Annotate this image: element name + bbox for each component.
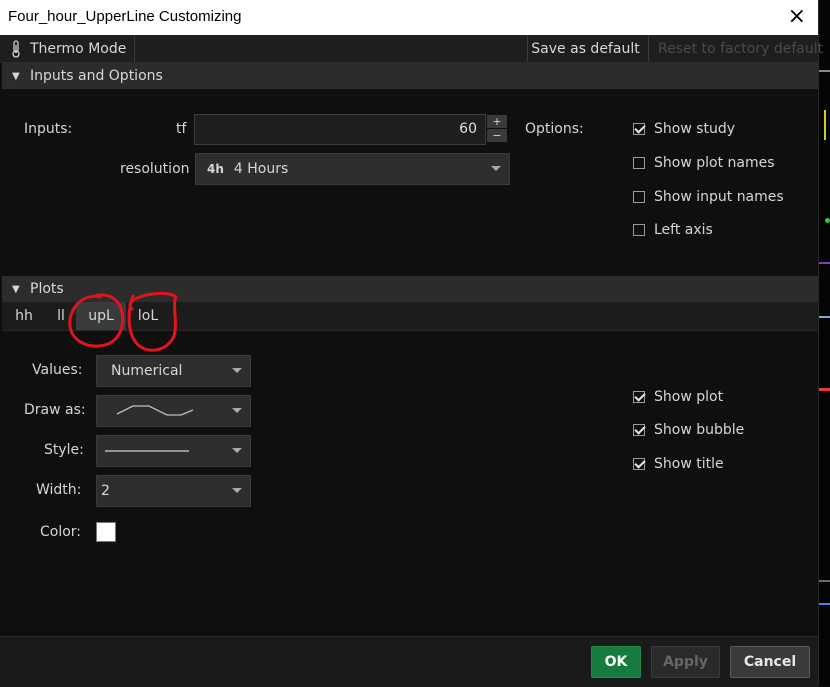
show-study-checkbox[interactable]: Show study [633, 121, 735, 137]
apply-button[interactable]: Apply [651, 646, 720, 678]
values-value: Numerical [111, 363, 183, 379]
plots-section-header[interactable]: ▼ Plots [2, 276, 818, 302]
chevron-down-icon: ▼ [12, 70, 20, 82]
left-axis-label: Left axis [654, 222, 713, 238]
show-input-names-checkbox[interactable]: Show input names [633, 189, 784, 205]
show-title-label: Show title [654, 456, 724, 472]
resolution-select[interactable]: 4h 4 Hours [195, 153, 510, 185]
width-select[interactable]: 2 [96, 475, 251, 507]
chevron-down-icon [232, 368, 242, 373]
tab-hh[interactable]: hh [8, 302, 40, 330]
reset-to-factory-default-button[interactable]: Reset to factory default [648, 35, 828, 62]
resolution-code: 4h [207, 162, 224, 176]
draw-as-select[interactable] [96, 395, 251, 427]
thermo-mode-label: Thermo Mode [30, 40, 127, 57]
color-label: Color: [40, 524, 82, 540]
show-bubble-label: Show bubble [654, 422, 745, 438]
width-value: 2 [101, 483, 110, 499]
show-bubble-checkbox[interactable]: Show bubble [633, 422, 744, 438]
line-curve-icon [116, 405, 194, 416]
tab-lol[interactable]: loL [130, 302, 166, 330]
solid-line-icon [105, 450, 189, 452]
checkbox-checked-icon [633, 424, 645, 436]
chevron-down-icon [232, 408, 242, 413]
window-title: Four_hour_UpperLine Customizing [8, 8, 242, 25]
tf-input-value: 60 [459, 121, 477, 137]
resolution-label: resolution [120, 161, 190, 177]
save-as-default-button[interactable]: Save as default [527, 35, 643, 62]
style-label: Style: [44, 442, 84, 458]
cancel-button[interactable]: Cancel [730, 646, 810, 678]
options-label: Options: [525, 121, 584, 137]
tf-input[interactable]: 60 [194, 114, 486, 145]
show-study-label: Show study [654, 121, 736, 137]
show-plot-label: Show plot [654, 389, 724, 405]
tf-decrement-button[interactable]: − [487, 129, 507, 142]
chevron-down-icon [232, 488, 242, 493]
style-select[interactable] [96, 435, 251, 467]
inputs-section-header[interactable]: ▼ Inputs and Options [2, 63, 818, 89]
show-title-checkbox[interactable]: Show title [633, 456, 724, 472]
draw-as-label: Draw as: [24, 402, 86, 418]
show-plot-names-label: Show plot names [654, 155, 775, 171]
background-chart [818, 0, 830, 686]
plots-section-title: Plots [30, 281, 64, 297]
tab-ll[interactable]: ll [48, 302, 74, 330]
toolbar: Thermo Mode Save as default Reset to fac… [0, 35, 823, 63]
close-icon[interactable]: × [788, 4, 806, 30]
width-label: Width: [36, 482, 82, 498]
chevron-down-icon [491, 166, 501, 171]
show-plot-names-checkbox[interactable]: Show plot names [633, 155, 775, 171]
checkbox-unchecked-icon [633, 224, 645, 236]
show-plot-checkbox[interactable]: Show plot [633, 389, 723, 405]
checkbox-checked-icon [633, 458, 645, 470]
checkbox-checked-icon [633, 391, 645, 403]
ok-button[interactable]: OK [591, 646, 641, 678]
values-select[interactable]: Numerical [96, 355, 251, 387]
color-swatch[interactable] [96, 522, 116, 542]
checkbox-unchecked-icon [633, 191, 645, 203]
checkbox-unchecked-icon [633, 157, 645, 169]
title-bar: Four_hour_UpperLine Customizing × [0, 0, 818, 35]
tf-increment-button[interactable]: + [487, 115, 507, 128]
thermometer-icon [12, 39, 20, 58]
customizing-dialog: Four_hour_UpperLine Customizing × Thermo… [0, 0, 823, 687]
thermo-mode-button[interactable]: Thermo Mode [10, 35, 136, 62]
tab-upl[interactable]: upL [76, 302, 126, 330]
inputs-section-title: Inputs and Options [30, 68, 163, 84]
resolution-value: 4 Hours [233, 161, 289, 177]
checkbox-checked-icon [633, 123, 645, 135]
show-input-names-label: Show input names [654, 189, 784, 205]
inputs-label: Inputs: [24, 121, 73, 137]
left-axis-checkbox[interactable]: Left axis [633, 222, 713, 238]
chevron-down-icon [232, 448, 242, 453]
chevron-down-icon: ▼ [12, 283, 20, 295]
dialog-footer: OK Apply Cancel [0, 636, 818, 687]
plot-tabs: hh ll upL loL [2, 302, 818, 331]
values-label: Values: [32, 362, 83, 378]
tf-label: tf [176, 121, 187, 137]
